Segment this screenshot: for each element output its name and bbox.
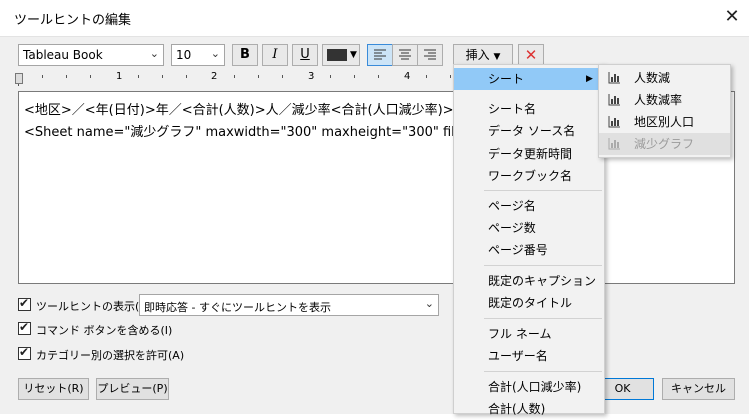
underline-button[interactable]: U bbox=[292, 44, 318, 66]
submenu-item-sheet[interactable]: 地区別人口 bbox=[599, 111, 730, 133]
italic-button[interactable]: I bbox=[262, 44, 288, 66]
chevron-down-icon: ⌄ bbox=[210, 47, 220, 60]
menu-separator bbox=[484, 265, 602, 266]
ruler-number: 2 bbox=[211, 71, 218, 82]
insert-button[interactable]: 挿入 ▼ bbox=[453, 44, 513, 66]
menu-separator bbox=[484, 371, 602, 372]
color-swatch bbox=[327, 49, 347, 61]
font-size-value: 10 bbox=[176, 48, 192, 62]
menu-separator bbox=[484, 190, 602, 191]
submenu-item-sheet[interactable]: 人数減率 bbox=[599, 89, 730, 111]
align-center-icon bbox=[399, 49, 411, 60]
align-center-button[interactable] bbox=[392, 44, 418, 66]
menu-item-sheet[interactable]: シート ▶ bbox=[454, 68, 604, 90]
menu-item-full-name[interactable]: フル ネーム bbox=[454, 323, 604, 345]
menu-item-page-count[interactable]: ページ数 bbox=[454, 217, 604, 239]
editor-line-1: <地区>／<年(日付)>年／<合計(人数)>人／減少率<合計(人口減少率)> bbox=[24, 103, 454, 118]
align-right-button[interactable] bbox=[417, 44, 443, 66]
submenu-item-label: 人数減率 bbox=[634, 93, 683, 107]
menu-item-user-name[interactable]: ユーザー名 bbox=[454, 345, 604, 367]
menu-item-sheet-name[interactable]: シート名 bbox=[454, 98, 604, 120]
bold-button[interactable]: B bbox=[232, 44, 258, 66]
menu-item-page-number[interactable]: ページ番号 bbox=[454, 239, 604, 261]
include-command-checkbox[interactable] bbox=[18, 320, 31, 335]
insert-menu: シート ▶ シート名 データ ソース名 データ更新時間 ワークブック名 ページ名… bbox=[453, 64, 605, 416]
close-button[interactable]: ✕ bbox=[718, 4, 746, 30]
editor-line-2: <Sheet name="減少グラフ" maxwidth="300" maxhe… bbox=[24, 125, 468, 140]
menu-separator bbox=[484, 318, 602, 319]
tooltip-mode-value: 即時応答 - すぐにツールヒントを表示 bbox=[144, 301, 331, 314]
menu-item-workbook-name[interactable]: ワークブック名 bbox=[454, 165, 604, 187]
allow-category-checkbox[interactable] bbox=[18, 345, 31, 360]
show-tooltip-checkbox[interactable] bbox=[18, 296, 31, 311]
align-left-icon bbox=[374, 49, 386, 60]
ruler-number: 1 bbox=[116, 71, 123, 82]
font-size-select[interactable]: 10 ⌄ bbox=[171, 44, 225, 66]
menu-item-label: シート bbox=[488, 72, 525, 86]
submenu-item-sheet[interactable]: 人数減 bbox=[599, 67, 730, 89]
submenu-item-sheet-disabled: 減少グラフ bbox=[599, 133, 730, 155]
clear-button[interactable]: ✕ bbox=[518, 44, 544, 66]
show-tooltip-label: ツールヒントの表示(S) bbox=[36, 300, 151, 313]
ruler-number: 4 bbox=[404, 71, 411, 82]
cancel-button[interactable]: キャンセル bbox=[662, 378, 735, 400]
submenu-item-label: 減少グラフ bbox=[634, 137, 695, 151]
align-right-icon bbox=[424, 49, 436, 60]
font-family-value: Tableau Book bbox=[23, 48, 103, 62]
menu-item-default-caption[interactable]: 既定のキャプション bbox=[454, 270, 604, 292]
allow-category-label: カテゴリー別の選択を許可(A) bbox=[36, 349, 185, 362]
font-color-button[interactable]: ▼ bbox=[322, 44, 360, 66]
preview-button[interactable]: プレビュー(P) bbox=[96, 378, 169, 400]
bar-chart-icon bbox=[608, 94, 620, 106]
bar-chart-icon bbox=[608, 116, 620, 128]
font-family-select[interactable]: Tableau Book ⌄ bbox=[18, 44, 164, 66]
bar-chart-icon bbox=[608, 138, 620, 150]
include-command-label: コマンド ボタンを含める(I) bbox=[36, 324, 173, 337]
insert-label: 挿入 bbox=[465, 48, 490, 62]
bar-chart-icon bbox=[608, 72, 620, 84]
dialog-title: ツールヒントの編集 bbox=[14, 13, 132, 28]
reset-button[interactable]: リセット(R) bbox=[18, 378, 89, 400]
caret-down-icon: ▼ bbox=[493, 52, 501, 62]
indent-marker[interactable] bbox=[15, 73, 23, 84]
ruler: 1 2 3 4 bbox=[15, 70, 456, 86]
menu-item-sum-decline-rate[interactable]: 合計(人口減少率) bbox=[454, 376, 604, 398]
menu-item-data-source-name[interactable]: データ ソース名 bbox=[454, 120, 604, 142]
menu-item-sum-people[interactable]: 合計(人数) bbox=[454, 398, 604, 420]
menu-item-default-title[interactable]: 既定のタイトル bbox=[454, 292, 604, 314]
align-left-button[interactable] bbox=[367, 44, 393, 66]
close-icon: ✕ bbox=[724, 6, 740, 27]
chevron-down-icon: ⌄ bbox=[424, 297, 434, 310]
caret-down-icon: ▼ bbox=[350, 50, 357, 60]
clear-x-icon: ✕ bbox=[524, 46, 538, 64]
menu-item-page-name[interactable]: ページ名 bbox=[454, 195, 604, 217]
submenu-arrow-icon: ▶ bbox=[586, 74, 593, 84]
submenu-item-label: 地区別人口 bbox=[634, 115, 695, 129]
submenu-item-label: 人数減 bbox=[634, 71, 671, 85]
ruler-number: 3 bbox=[308, 71, 315, 82]
menu-item-data-update-time[interactable]: データ更新時間 bbox=[454, 143, 604, 165]
chevron-down-icon: ⌄ bbox=[149, 47, 159, 60]
tooltip-mode-select[interactable]: 即時応答 - すぐにツールヒントを表示 ⌄ bbox=[139, 294, 439, 316]
sheet-submenu: 人数減 人数減率 地区別人口 減少グラフ bbox=[598, 64, 731, 158]
